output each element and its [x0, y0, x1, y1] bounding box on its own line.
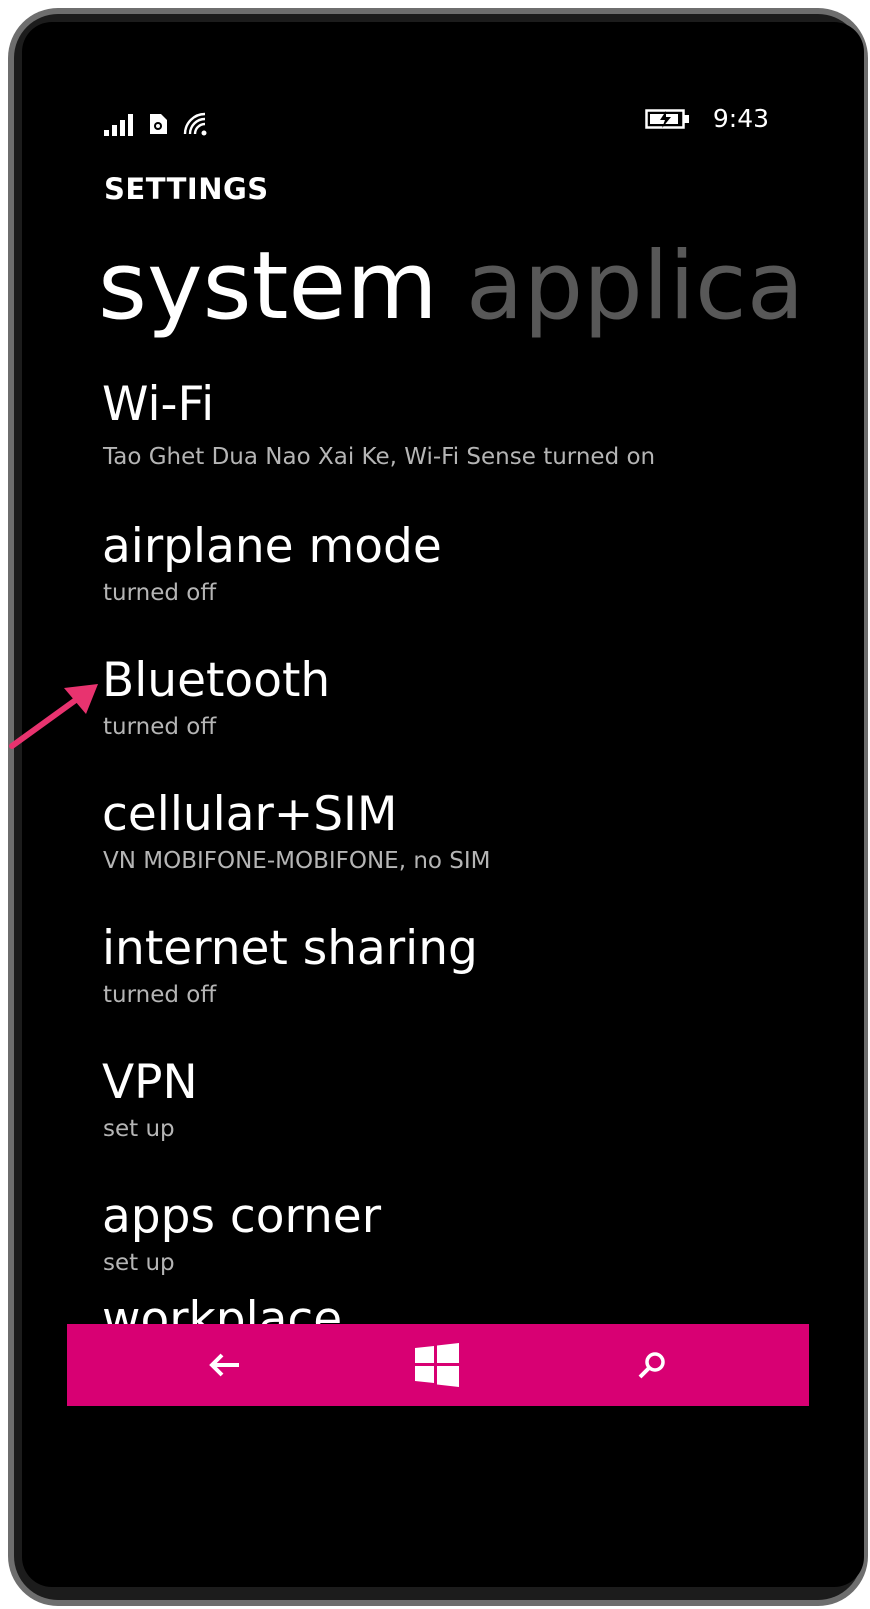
- settings-item-bluetooth[interactable]: Bluetooth turned off: [102, 652, 862, 786]
- item-title: VPN: [102, 1055, 198, 1110]
- settings-item-internet-sharing[interactable]: internet sharing turned off: [102, 920, 862, 1054]
- search-icon: [638, 1352, 665, 1379]
- status-icons-left: [104, 106, 209, 136]
- clock: 9:43: [712, 104, 769, 133]
- pivot-header[interactable]: system applica: [98, 227, 804, 347]
- item-title: airplane mode: [102, 519, 442, 574]
- item-title: Wi-Fi: [102, 377, 215, 432]
- app-title: SETTINGS: [104, 172, 269, 206]
- settings-item-wifi[interactable]: Wi-Fi Tao Ghet Dua Nao Xai Ke, Wi-Fi Sen…: [102, 377, 862, 518]
- signal-icon: [104, 114, 133, 136]
- start-button[interactable]: [392, 1324, 482, 1406]
- settings-item-partial[interactable]: workplace: [102, 1292, 342, 1324]
- item-subtitle: Tao Ghet Dua Nao Xai Ke, Wi-Fi Sense tur…: [103, 444, 656, 470]
- settings-item-cellular-sim[interactable]: cellular+SIM VN MOBIFONE-MOBIFONE, no SI…: [102, 786, 862, 920]
- phone-screen: 9:43 SETTINGS system applica Wi-Fi Tao Gh…: [22, 22, 864, 1587]
- status-icons-right: 9:43: [645, 104, 769, 133]
- search-button[interactable]: [607, 1324, 697, 1406]
- item-subtitle: VN MOBIFONE-MOBIFONE, no SIM: [103, 848, 491, 874]
- battery-charging-icon: [645, 108, 689, 129]
- status-bar: 9:43: [22, 22, 864, 142]
- app-bar: [67, 1324, 809, 1406]
- settings-item-vpn[interactable]: VPN set up: [102, 1054, 862, 1188]
- annotation-arrow: [9, 684, 98, 749]
- pivot-item-applications[interactable]: applica: [466, 232, 804, 341]
- item-subtitle: set up: [103, 1250, 175, 1276]
- item-subtitle: set up: [103, 1116, 175, 1142]
- settings-item-airplane-mode[interactable]: airplane mode turned off: [102, 518, 862, 652]
- item-title: apps corner: [102, 1189, 382, 1244]
- item-title: cellular+SIM: [102, 787, 398, 842]
- item-subtitle: turned off: [103, 714, 217, 740]
- back-arrow-icon: [209, 1353, 239, 1377]
- item-subtitle: turned off: [103, 982, 217, 1008]
- pivot-item-system[interactable]: system: [98, 232, 438, 341]
- sim-icon: [150, 114, 167, 134]
- back-button[interactable]: [180, 1324, 270, 1406]
- wifi-icon: [183, 112, 207, 136]
- windows-start-icon: [415, 1343, 459, 1387]
- item-subtitle: turned off: [103, 580, 217, 606]
- item-title: Bluetooth: [102, 653, 331, 708]
- settings-list: Wi-Fi Tao Ghet Dua Nao Xai Ke, Wi-Fi Sen…: [102, 377, 862, 1322]
- item-title: internet sharing: [102, 921, 478, 976]
